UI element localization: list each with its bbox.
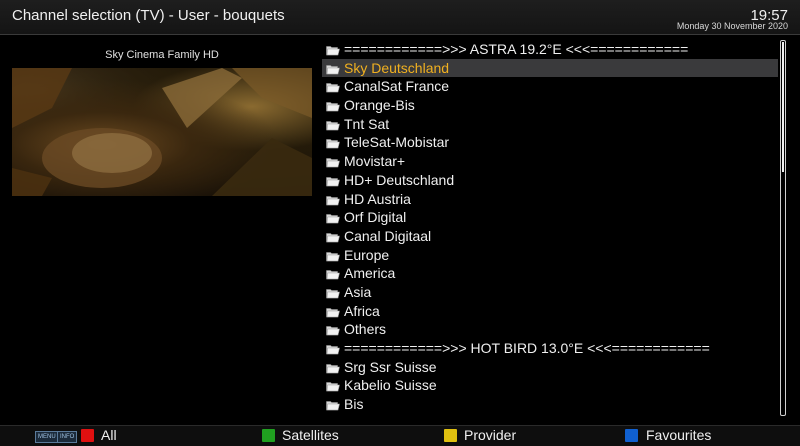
bouquet-row[interactable]: Srg Ssr Suisse <box>322 358 778 377</box>
bouquet-label: Canal Digitaal <box>344 227 432 244</box>
folder-icon <box>326 232 340 243</box>
bouquet-row[interactable]: ============>>> HOT BIRD 13.0°E <<<=====… <box>322 339 778 358</box>
bouquet-row[interactable]: Africa <box>322 302 778 321</box>
folder-icon <box>326 251 340 261</box>
bouquet-label: Others <box>344 321 387 338</box>
scrollbar-thumb[interactable] <box>782 42 784 172</box>
bouquet-label: HD Austria <box>344 190 411 207</box>
bouquet-label: Movistar+ <box>344 153 406 170</box>
bouquet-label: ============>>> ASTRA 19.2°E <<<========… <box>344 41 689 57</box>
green-key-icon <box>262 429 275 442</box>
folder-icon <box>326 64 340 74</box>
bouquet-list[interactable]: ============>>> ASTRA 19.2°E <<<========… <box>322 40 778 415</box>
window-title: Channel selection (TV) - User - bouquets <box>12 7 285 24</box>
folder-icon <box>326 101 340 112</box>
folder-icon <box>326 288 340 299</box>
bouquet-row[interactable]: HD+ Deutschland <box>322 171 778 190</box>
folder-icon <box>326 157 340 168</box>
bouquet-row[interactable]: Movistar+ <box>322 152 778 171</box>
blue-key-icon <box>625 429 638 442</box>
bouquet-row[interactable]: Europe <box>322 246 778 265</box>
folder-icon <box>326 176 340 187</box>
bouquet-label: Orange-Bis <box>344 97 415 114</box>
bouquet-row[interactable]: Orange-Bis <box>322 96 778 115</box>
preview-channel-name: Sky Cinema Family HD <box>105 49 219 61</box>
scrollbar[interactable] <box>780 40 786 416</box>
bouquet-label: Srg Ssr Suisse <box>344 358 437 375</box>
bouquet-label: Sky Deutschland <box>344 59 450 76</box>
bouquet-row[interactable]: Canal Digitaal <box>322 227 778 246</box>
bouquet-row[interactable]: Others <box>322 320 778 339</box>
bouquet-label: ============>>> HOT BIRD 13.0°E <<<=====… <box>344 340 710 356</box>
video-frame <box>12 68 312 196</box>
bouquet-label: CanalSat France <box>344 78 450 95</box>
bouquet-row[interactable]: Tnt Sat <box>322 115 778 134</box>
bouquet-label: America <box>344 265 396 282</box>
header-bar: Channel selection (TV) - User - bouquets… <box>0 0 800 35</box>
bouquet-label: Europe <box>344 246 390 263</box>
folder-icon <box>326 325 340 336</box>
date: Monday 30 November 2020 <box>676 21 788 31</box>
bouquet-label: TeleSat-Mobistar <box>344 134 450 151</box>
button-satellites[interactable]: Satellites <box>282 427 339 443</box>
folder-icon <box>326 45 340 56</box>
folder-icon <box>326 307 340 317</box>
video-preview <box>12 68 312 196</box>
folder-icon <box>326 344 340 355</box>
bouquet-row[interactable]: America <box>322 264 778 283</box>
bouquet-label: Orf Digital <box>344 209 407 226</box>
button-favourites[interactable]: Favourites <box>646 427 711 443</box>
folder-icon <box>326 269 340 280</box>
bouquet-row[interactable]: CanalSat France <box>322 77 778 96</box>
folder-icon <box>326 138 340 149</box>
bouquet-row[interactable]: HD Austria <box>322 190 778 209</box>
bouquet-label: Bis <box>344 396 364 413</box>
button-provider[interactable]: Provider <box>464 427 516 443</box>
bouquet-row[interactable]: Bis <box>322 395 778 414</box>
info-key-badge[interactable]: INFO <box>57 431 78 443</box>
bouquet-label: HD+ Deutschland <box>344 171 455 188</box>
bouquet-row[interactable]: Asia <box>322 283 778 302</box>
folder-icon <box>326 363 340 373</box>
bouquet-label: Tnt Sat <box>344 115 390 132</box>
yellow-key-icon <box>444 429 457 442</box>
button-all[interactable]: All <box>101 427 117 443</box>
bouquet-label: Kabelio Suisse <box>344 377 437 394</box>
menu-key-badge[interactable]: MENU <box>35 431 59 443</box>
folder-icon <box>326 381 340 392</box>
bouquet-row[interactable]: Orf Digital <box>322 208 778 227</box>
folder-icon <box>326 400 340 411</box>
folder-icon <box>326 82 340 93</box>
bouquet-row[interactable]: TeleSat-Mobistar <box>322 133 778 152</box>
bouquet-row-selected[interactable]: Sky Deutschland <box>322 58 778 78</box>
folder-icon <box>326 213 340 224</box>
folder-icon <box>326 120 340 131</box>
red-key-icon <box>81 429 94 442</box>
bouquet-row[interactable]: ============>>> ASTRA 19.2°E <<<========… <box>322 40 778 59</box>
bouquet-row[interactable]: Kabelio Suisse <box>322 376 778 395</box>
folder-icon <box>326 195 340 205</box>
bouquet-label: Asia <box>344 283 372 300</box>
bouquet-label: Africa <box>344 302 380 319</box>
footer-bar: MENU INFO All Satellites Provider Favour… <box>0 425 800 446</box>
